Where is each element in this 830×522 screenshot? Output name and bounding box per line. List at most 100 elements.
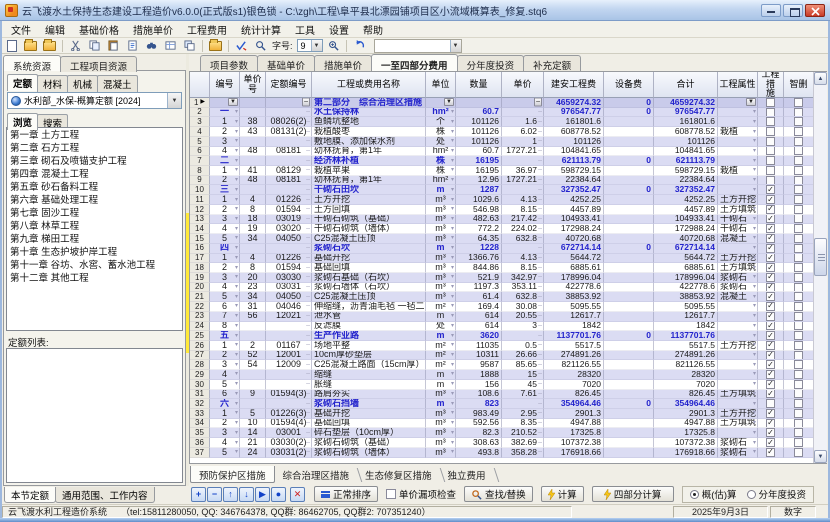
grid-cell-col2[interactable]: 8 [240,263,266,273]
grid-cell-col4[interactable]: 幼林抚育，第1年 [312,146,426,157]
grid-cell-col13[interactable] [784,185,814,196]
grid-cell-col5[interactable]: m³ ▾ [426,292,456,303]
grid-cell-col4[interactable]: 干砌石砌筑（基础） [312,214,426,225]
grid-cell-col9[interactable] [604,321,654,332]
cell-ellipsis-icon[interactable]: – [306,215,310,222]
measure-checkbox[interactable]: ✓ [766,224,775,234]
grid-cell-col4[interactable]: 浆砌石基础（石坎） [312,272,426,283]
nav-button-5[interactable]: ● [271,486,286,502]
measure-checkbox[interactable]: ✓ [766,389,775,399]
grid-cell-col7[interactable]: 7.61– [502,389,544,400]
grid-cell-col2[interactable] [240,107,266,118]
grid-cell-col6[interactable]: 614 [456,311,502,322]
cell-dropdown-icon[interactable]: ▾ [753,109,756,115]
tab-基础单价[interactable]: 基础单价 [257,55,316,72]
grid-cell-col8[interactable]: 327352.47 [544,185,604,196]
grid-cell-col9[interactable] [604,428,654,439]
grid-cell-col6[interactable]: 10311 [456,350,502,361]
menu-item-编辑[interactable]: 编辑 [38,21,72,38]
grid-cell-col5[interactable]: m³ ▾ [426,389,456,400]
grid-cell-col7[interactable]: 4.13– [502,195,544,205]
grid-cell-col0[interactable]: 26 [190,340,210,351]
column-header-11[interactable]: 工程属性 [718,72,758,98]
grid-cell-col5[interactable]: m ▾ [426,331,456,341]
cut-button[interactable] [67,38,84,53]
nav-button-2[interactable]: ↑ [223,486,238,502]
cell-dropdown-icon[interactable]: ▾ [451,109,454,115]
grid-cell-col10[interactable]: 28320 [654,370,718,380]
cell-ellipsis-icon[interactable]: – [306,313,310,320]
grid-cell-col0[interactable]: 6 [190,146,210,157]
cell-dropdown-icon[interactable]: ▾ [753,129,756,135]
delete-checkbox[interactable] [794,204,803,214]
cell-ellipsis-icon[interactable]: – [306,284,310,291]
cell-dropdown-icon[interactable]: ▾ [753,410,756,416]
grid-cell-col5[interactable]: 个 ▾ [426,117,456,128]
tab-材料[interactable]: 材料 [37,75,69,92]
tab-机械[interactable]: 机械 [67,75,99,92]
cell-dropdown-icon[interactable]: ▾ [753,323,756,329]
grid-cell-col6[interactable]: 60.7 [456,146,502,157]
grid-cell-col11[interactable]: 浆砌石 ▾ [718,438,758,448]
grid-cell-col11[interactable]: 栽植 ▾ [718,127,758,137]
grid-cell-col6[interactable] [456,98,502,108]
grid-cell-col1[interactable]: 四 ▾ [210,243,240,254]
grid-cell-col6[interactable]: 101126 [456,136,502,147]
grid-cell-col3[interactable]: – [266,107,312,118]
tab-定额[interactable]: 定额 [7,74,39,91]
grid-cell-col10[interactable]: 672714.14 [654,243,718,254]
grid-cell-col1[interactable]: 1 ▾ [210,409,240,419]
grid-cell-col5[interactable]: m³ ▾ [426,447,456,458]
list-item[interactable]: 第二章 石方工程 [7,142,182,155]
database-folder-button[interactable] [207,38,224,53]
grid-cell-col7[interactable]: 1– [502,136,544,147]
grid-cell-col10[interactable]: 354964.46 [654,399,718,409]
grid-cell-col8[interactable]: 7020 [544,379,604,390]
radio-selected-icon[interactable] [689,489,699,499]
column-header-10[interactable]: 合计 [654,72,718,98]
cell-dropdown-icon[interactable]: ▾ [451,206,454,212]
measure-checkbox[interactable] [766,127,775,136]
grid-cell-col3[interactable]: 01226– [266,253,312,264]
cell-dropdown-icon[interactable]: ▾ [451,167,454,173]
grid-cell-col2[interactable] [240,243,266,254]
cell-ellipsis-icon[interactable]: – [538,235,542,242]
grid-cell-col1[interactable]: 4 ▾ [210,146,240,157]
price-check-option[interactable]: 单价漏项检查 [386,487,456,501]
grid-cell-col12[interactable]: ✓ [758,214,784,225]
grid-cell-col7[interactable]: 2.95– [502,409,544,419]
grid-cell-col8[interactable]: 172988.24 [544,224,604,235]
cell-dropdown-icon[interactable]: ▾ [235,158,238,164]
grid-cell-col13[interactable] [784,243,814,254]
measure-checkbox[interactable]: ✓ [766,370,775,379]
measure-checkbox[interactable]: ✓ [766,379,775,389]
measure-checkbox[interactable] [766,156,775,166]
grid-cell-col1[interactable]: 5 ▾ [210,379,240,390]
cell-dropdown-icon[interactable]: ▾ [235,342,238,348]
cell-ellipsis-icon[interactable]: – [538,313,542,320]
grid-cell-col13[interactable] [784,428,814,439]
cell-ellipsis-icon[interactable]: – [538,342,542,349]
cell-dropdown-icon[interactable]: ▾ [235,362,238,368]
grid-cell-col13[interactable] [784,107,814,118]
minimize-button[interactable] [761,3,781,17]
grid-cell-col3[interactable]: 04050– [266,292,312,303]
undo-button[interactable] [351,38,368,53]
cell-ellipsis-icon[interactable]: – [306,322,310,329]
grid-cell-col10[interactable]: 4252.25 [654,195,718,205]
grid-cell-col4[interactable]: 敷地膜、添加保水剂 [312,136,426,147]
cell-dropdown-icon[interactable]: ▾ [753,313,756,319]
delete-checkbox[interactable] [794,409,803,418]
grid-cell-col6[interactable]: 12.96 [456,175,502,186]
cell-dropdown-icon[interactable]: ▾ [753,138,756,144]
grid-cell-col12[interactable]: ✓ [758,272,784,283]
grid-cell-col7[interactable]: – [502,185,544,196]
cell-ellipsis-icon[interactable]: – [306,264,310,271]
grid-cell-col3[interactable]: – [266,185,312,196]
cell-dropdown-icon[interactable]: ▾ [451,410,454,416]
cell-ellipsis-icon[interactable]: – [306,449,310,456]
grid-cell-col8[interactable]: 598729.15 [544,166,604,176]
grid-cell-col8[interactable]: 28320 [544,370,604,380]
grid-cell-col7[interactable]: 20.55– [502,311,544,322]
chevron-down-icon[interactable]: ▼ [449,39,461,52]
